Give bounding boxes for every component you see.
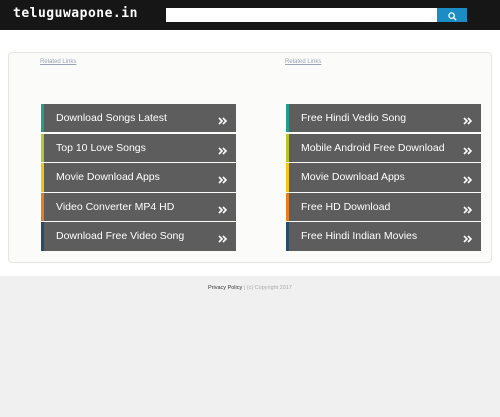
item-color-bar	[41, 192, 44, 222]
link-item[interactable]: Free Hindi Indian Movies	[286, 222, 481, 251]
link-item[interactable]: Video Converter MP4 HD	[41, 192, 236, 222]
double-chevron-right-icon	[218, 231, 228, 243]
item-color-bar	[41, 163, 44, 192]
double-chevron-right-icon	[463, 172, 473, 184]
link-item-label: Video Converter MP4 HD	[56, 200, 175, 213]
link-item-label: Free Hindi Vedio Song	[301, 112, 407, 124]
double-chevron-right-icon	[218, 202, 228, 214]
link-item-label: Movie Download Apps	[301, 171, 405, 184]
item-color-bar	[286, 192, 289, 222]
double-chevron-right-icon	[218, 172, 228, 184]
link-item-label: Top 10 Love Songs	[56, 141, 146, 154]
footer: Privacy Policy | (c) Copyright 2017	[0, 285, 500, 291]
link-item-label: Download Songs Latest	[56, 112, 167, 124]
item-color-bar	[286, 133, 289, 162]
link-item[interactable]: Download Free Video Song	[41, 222, 236, 251]
top-bar: teluguwapone.in	[0, 0, 500, 30]
item-color-bar	[41, 104, 44, 133]
link-item[interactable]: Free Hindi Vedio Song	[286, 104, 481, 133]
privacy-policy-link[interactable]: Privacy Policy	[208, 285, 242, 291]
right-link-list: Free Hindi Vedio Song Mobile Android Free…	[286, 104, 481, 252]
double-chevron-right-icon	[463, 202, 473, 214]
copyright-text: | (c) Copyright 2017	[243, 285, 292, 291]
main-content: Related Links Related Links Download Son…	[0, 30, 500, 276]
link-item-label: Download Free Video Song	[56, 230, 185, 243]
link-item-label: Mobile Android Free Download	[301, 141, 445, 154]
link-item[interactable]: Movie Download Apps	[41, 163, 236, 192]
double-chevron-right-icon	[218, 113, 228, 125]
double-chevron-right-icon	[218, 143, 228, 155]
item-color-bar	[41, 222, 44, 251]
link-item[interactable]: Mobile Android Free Download	[286, 133, 481, 162]
right-column-title[interactable]: Related Links	[285, 59, 321, 65]
search-icon	[437, 11, 467, 21]
left-link-list: Download Songs Latest Top 10 Love Songs Mo…	[41, 104, 236, 252]
double-chevron-right-icon	[463, 143, 473, 155]
link-item-label: Free Hindi Indian Movies	[301, 230, 418, 243]
double-chevron-right-icon	[463, 231, 473, 243]
link-item[interactable]: Movie Download Apps	[286, 163, 481, 192]
item-color-bar	[41, 133, 44, 162]
search-button[interactable]	[437, 8, 467, 22]
item-color-bar	[286, 222, 289, 251]
link-item-label: Free HD Download	[301, 200, 391, 213]
link-item[interactable]: Download Songs Latest	[41, 104, 236, 133]
link-item-label: Movie Download Apps	[56, 171, 160, 184]
site-logo[interactable]: teluguwapone.in	[13, 6, 138, 21]
double-chevron-right-icon	[463, 113, 473, 125]
link-item[interactable]: Free HD Download	[286, 192, 481, 222]
link-item[interactable]: Top 10 Love Songs	[41, 133, 236, 162]
search-input[interactable]	[166, 8, 437, 22]
item-color-bar	[286, 104, 289, 133]
item-color-bar	[286, 163, 289, 192]
left-column-title[interactable]: Related Links	[40, 59, 76, 65]
